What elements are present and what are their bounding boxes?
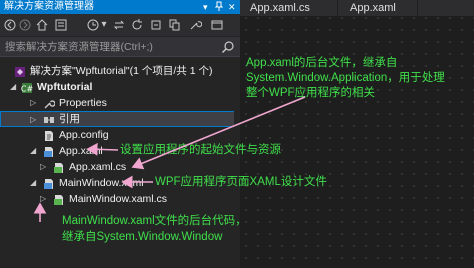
search-icon[interactable] [221,40,235,59]
properties-icon[interactable] [188,17,202,33]
tree-item-app-config[interactable]: App.config [0,127,240,143]
tree-item-label: Wpftutorial [37,81,93,93]
sync-icon[interactable] [112,17,126,33]
search-input[interactable]: 搜索解决方案资源管理器(Ctrl+;) [0,37,240,57]
expand-arrow-icon[interactable]: ▷ [40,160,46,174]
pin-icon[interactable] [214,1,224,14]
tree-item-mainwindow-xaml-cs[interactable]: ▷ MainWindow.xaml.cs [0,191,240,207]
annotation-mainwindow-cs-line1: MainWindow.xaml文件的后台代码， [62,215,247,227]
annotation-app-xaml-cs-line1: App.xaml的后台文件，继承自 [246,57,398,69]
tree-item-label: Properties [59,97,107,109]
expand-arrow-icon[interactable]: ▷ [30,113,36,127]
tree-item-label: MainWindow.xaml.cs [69,193,168,205]
search-placeholder: 搜索解决方案资源管理器(Ctrl+;) [5,41,153,53]
expand-arrow-icon[interactable]: ▷ [30,96,36,110]
annotation-mainwindow-xaml: WPF应用程序页面XAML设计文件 [155,176,327,188]
history-icon[interactable] [86,17,100,33]
annotation-mainwindow-cs-line2: 继承自System.Window.Window [62,231,223,243]
tree-item-label: App.xaml [59,145,103,157]
tree-item-label: App.xaml.cs [69,161,127,173]
svg-text:C#: C# [21,85,33,94]
editor-tabstrip: App.xaml.cs App.xaml [240,0,474,16]
show-all-icon[interactable] [168,17,182,33]
panel-title: 解决方案资源管理器 [4,1,94,12]
tree-item-app-xaml-cs[interactable]: ▷ App.xaml.cs [0,159,240,175]
tree-item-label: 引用 [59,113,80,125]
tree-item-properties[interactable]: ▷ Properties [0,95,240,111]
tab-app-xaml-cs[interactable]: App.xaml.cs [240,0,310,16]
dropdown-icon[interactable]: ▾ [203,1,208,13]
expand-arrow-icon[interactable]: ▷ [40,192,46,206]
solution-view-icon[interactable] [54,17,68,33]
tree-item-references[interactable]: ▷ 引用 [0,111,240,127]
annotation-app-xaml-cs-line2: System.Window.Application，用于处理 [246,72,445,84]
tree-item-label: 解决方案"Wpftutorial"(1 个项目/共 1 个) [30,65,213,77]
forward-icon[interactable] [19,17,31,33]
panel-toolbar: ▾ [0,14,240,36]
collapse-arrow-icon[interactable]: ◢ [10,80,16,94]
collapse-arrow-icon[interactable]: ◢ [30,176,36,190]
annotation-app-xaml: 设置应用程序的起始文件与资源 [120,144,281,156]
close-icon[interactable]: ✕ [228,1,236,13]
annotation-app-xaml-cs-line3: 整个WPF应用程序的相关 [246,87,376,99]
tab-separator [337,0,338,16]
tree-item-project[interactable]: ◢ C# Wpftutorial [0,79,240,95]
tree-item-label: App.config [59,129,109,141]
editor-area[interactable]: App.xaml.cs App.xaml [240,0,474,268]
tree-item-label: MainWindow.xaml [59,177,144,189]
csharp-file-icon [53,193,65,211]
collapse-arrow-icon[interactable]: ◢ [30,144,36,158]
panel-titlebar: 解决方案资源管理器 ▾ ✕ [0,0,240,14]
refresh-icon[interactable] [130,17,144,33]
tab-app-xaml[interactable]: App.xaml [340,0,396,16]
preview-icon[interactable] [210,17,224,33]
home-icon[interactable] [35,17,49,33]
tab-separator [417,0,418,16]
back-icon[interactable] [4,17,16,33]
collapse-icon[interactable] [150,17,164,33]
dropdown-icon[interactable]: ▾ [100,17,108,33]
tree-item-solution[interactable]: 解决方案"Wpftutorial"(1 个项目/共 1 个) [0,63,240,79]
